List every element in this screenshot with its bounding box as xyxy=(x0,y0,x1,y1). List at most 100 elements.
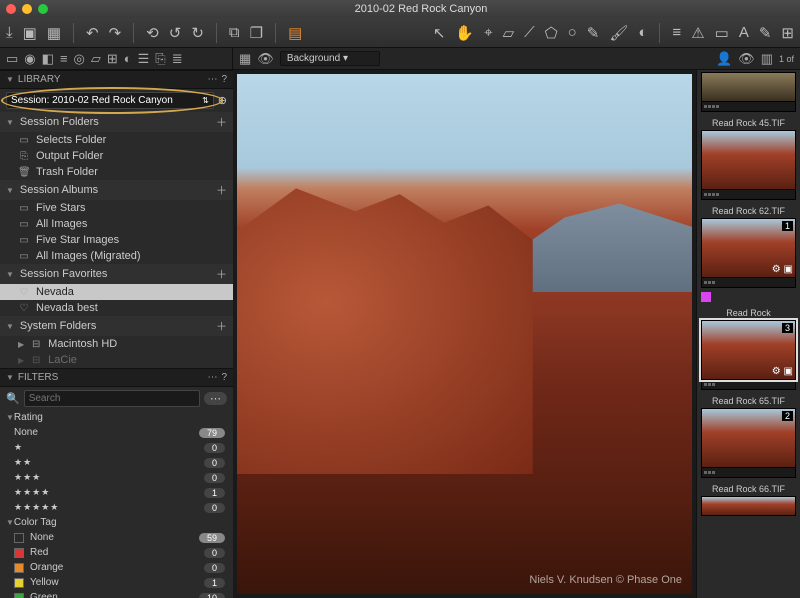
heal-icon[interactable]: ✎ xyxy=(587,24,600,42)
add-album-button[interactable]: ＋ xyxy=(216,182,227,198)
batch-tab-icon[interactable]: ≣ xyxy=(172,51,183,67)
exposure-tab-icon[interactable]: ≡ xyxy=(60,51,68,66)
colortag-orange[interactable]: Orange0 xyxy=(0,560,233,575)
rating-none[interactable]: None79 xyxy=(0,425,233,440)
album-five-stars[interactable]: ▭Five Stars xyxy=(0,200,233,216)
undo-icon[interactable]: ↶ xyxy=(86,24,99,42)
album-five-star-images[interactable]: ▭Five Star Images xyxy=(0,232,233,248)
colortag-group[interactable]: ▼Color Tag xyxy=(0,515,233,530)
ruler-icon[interactable]: ≡ xyxy=(672,24,681,41)
paste-adj-icon[interactable]: ❐ xyxy=(250,24,263,42)
session-folders-group[interactable]: ▼Session Folders＋ xyxy=(0,112,233,132)
thumbnail-selected[interactable]: Read Rock 3⚙ ▣ xyxy=(701,306,796,390)
details-tab-icon[interactable]: ⊞ xyxy=(107,51,118,67)
rotate-right-icon[interactable]: ↻ xyxy=(191,24,204,42)
annotation-icon[interactable]: ✎ xyxy=(759,24,772,42)
view-toggle-icon[interactable]: 👁 xyxy=(738,51,755,67)
proof-icon[interactable]: 👁 xyxy=(257,51,274,67)
system-macintosh-hd[interactable]: ▶⊟Macintosh HD xyxy=(0,336,233,352)
styles-icon[interactable]: ▤ xyxy=(288,24,302,42)
brush-icon[interactable]: 🖌 xyxy=(609,24,628,42)
trash-folder[interactable]: 🗑Trash Folder xyxy=(0,164,233,180)
metadata-tab-icon[interactable]: ☰ xyxy=(138,51,150,67)
hand-icon[interactable]: ✋ xyxy=(455,24,474,42)
add-folder-button[interactable]: ＋ xyxy=(216,114,227,130)
crop-icon[interactable]: ▱ xyxy=(503,24,515,42)
warning-icon[interactable]: ⚠ xyxy=(691,24,704,42)
favorite-nevada[interactable]: ♡Nevada xyxy=(0,284,233,300)
colortag-red[interactable]: Red0 xyxy=(0,545,233,560)
export-icon[interactable]: ▣ xyxy=(23,24,37,42)
zoom-icon[interactable]: ⌖ xyxy=(484,24,492,41)
color-tab-icon[interactable]: ◧ xyxy=(42,51,54,67)
adjust-tab-icon[interactable]: ◐ xyxy=(124,51,132,66)
thumbnail[interactable]: Read Rock 45.TIF xyxy=(701,116,796,200)
output-folder[interactable]: ⎘Output Folder xyxy=(0,148,233,164)
crop-tab-icon[interactable]: ▱ xyxy=(91,51,101,67)
search-options-button[interactable]: ⋯ xyxy=(204,392,227,405)
copy-adj-icon[interactable]: ⧉ xyxy=(229,24,240,41)
search-input[interactable] xyxy=(24,390,200,407)
capture-tab-icon[interactable]: ◉ xyxy=(24,51,35,67)
rating-2[interactable]: ★★0 xyxy=(0,455,233,470)
thumbnail[interactable]: Read Rock 65.TIF 2 xyxy=(701,394,796,478)
thumbnail[interactable]: Read Rock 66.TIF xyxy=(701,482,796,516)
user-icon[interactable]: 👤 xyxy=(716,51,732,67)
add-favorite-button[interactable]: ＋ xyxy=(216,266,227,282)
library-tab-icon[interactable]: ▭ xyxy=(6,51,18,67)
eraser-icon[interactable]: ◐ xyxy=(638,24,647,41)
thumbnail[interactable]: Read Rock 62.TIF 1⚙ ▣ xyxy=(701,204,796,288)
library-menu-icon[interactable]: ⋯ xyxy=(207,74,217,85)
lens-tab-icon[interactable]: ◎ xyxy=(74,51,85,67)
image-viewer[interactable]: Niels V. Knudsen © Phase One xyxy=(233,70,696,598)
filters-header[interactable]: ▼ FILTERS ⋯ ? xyxy=(0,368,233,387)
reset-icon[interactable]: ⟲ xyxy=(146,24,159,42)
add-session-button[interactable]: ⊕ xyxy=(218,94,227,107)
image-canvas[interactable]: Niels V. Knudsen © Phase One xyxy=(237,74,692,594)
cursor-icon[interactable]: ↖ xyxy=(433,24,446,42)
rating-1[interactable]: ★0 xyxy=(0,440,233,455)
output-tab-icon[interactable]: ⎘ xyxy=(155,51,165,67)
selects-folder[interactable]: ▭Selects Folder xyxy=(0,132,233,148)
filters-help-icon[interactable]: ? xyxy=(221,372,227,383)
rotate-left-icon[interactable]: ↺ xyxy=(169,24,182,42)
redo-icon[interactable]: ↷ xyxy=(109,24,122,42)
session-selector[interactable]: Session: 2010-02 Red Rock Canyon ⇅ xyxy=(6,92,214,109)
rating-group[interactable]: ▼Rating xyxy=(0,410,233,425)
keystone-icon[interactable]: ⬠ xyxy=(545,24,558,42)
thumbnail[interactable] xyxy=(701,72,796,112)
tool-tabs: ▭ ◉ ◧ ≡ ◎ ▱ ⊞ ◐ ☰ ⎘ ≣ xyxy=(0,48,233,69)
system-lacie[interactable]: ▶⊟LaCie xyxy=(0,352,233,368)
mask-icon[interactable]: ▭ xyxy=(715,24,729,42)
minimize-window-button[interactable] xyxy=(22,4,32,14)
system-folders-group[interactable]: ▼System Folders＋ xyxy=(0,316,233,336)
main-toolbar: ⤓ ▣ ▦ ↶ ↷ ⟲ ↺ ↻ ⧉ ❐ ▤ ↖ ✋ ⌖ ▱ ⟋ ⬠ ○ ✎ 🖌 … xyxy=(0,18,800,48)
library-help-icon[interactable]: ? xyxy=(221,74,227,85)
rating-5[interactable]: ★★★★★0 xyxy=(0,500,233,515)
zoom-window-button[interactable] xyxy=(38,4,48,14)
add-system-folder-button[interactable]: ＋ xyxy=(216,318,227,334)
filters-menu-icon[interactable]: ⋯ xyxy=(207,372,217,383)
close-window-button[interactable] xyxy=(6,4,16,14)
rating-4[interactable]: ★★★★1 xyxy=(0,485,233,500)
straighten-icon[interactable]: ⟋ xyxy=(524,24,535,41)
colortag-none[interactable]: None59 xyxy=(0,530,233,545)
session-albums-group[interactable]: ▼Session Albums＋ xyxy=(0,180,233,200)
library-header[interactable]: ▼ LIBRARY ⋯ ? xyxy=(0,70,233,89)
background-select[interactable]: Background ▾ xyxy=(280,51,380,66)
spot-icon[interactable]: ○ xyxy=(568,24,577,41)
import-icon[interactable]: ⤓ xyxy=(6,24,13,41)
colortag-yellow[interactable]: Yellow1 xyxy=(0,575,233,590)
view-mode-icon[interactable]: ▦ xyxy=(239,51,251,67)
session-favorites-group[interactable]: ▼Session Favorites＋ xyxy=(0,264,233,284)
overlay-icon[interactable]: ⊞ xyxy=(781,24,794,42)
album-all-images-migrated[interactable]: ▭All Images (Migrated) xyxy=(0,248,233,264)
browser-toggle-icon[interactable]: ▥ xyxy=(761,51,773,67)
colortag-green[interactable]: Green10 xyxy=(0,590,233,598)
rating-3[interactable]: ★★★0 xyxy=(0,470,233,485)
favorite-nevada-best[interactable]: ♡Nevada best xyxy=(0,300,233,316)
thumbnail-caption: Read Rock 45.TIF xyxy=(701,116,796,130)
text-icon[interactable]: A xyxy=(739,24,749,41)
album-all-images[interactable]: ▭All Images xyxy=(0,216,233,232)
process-icon[interactable]: ▦ xyxy=(47,24,61,42)
